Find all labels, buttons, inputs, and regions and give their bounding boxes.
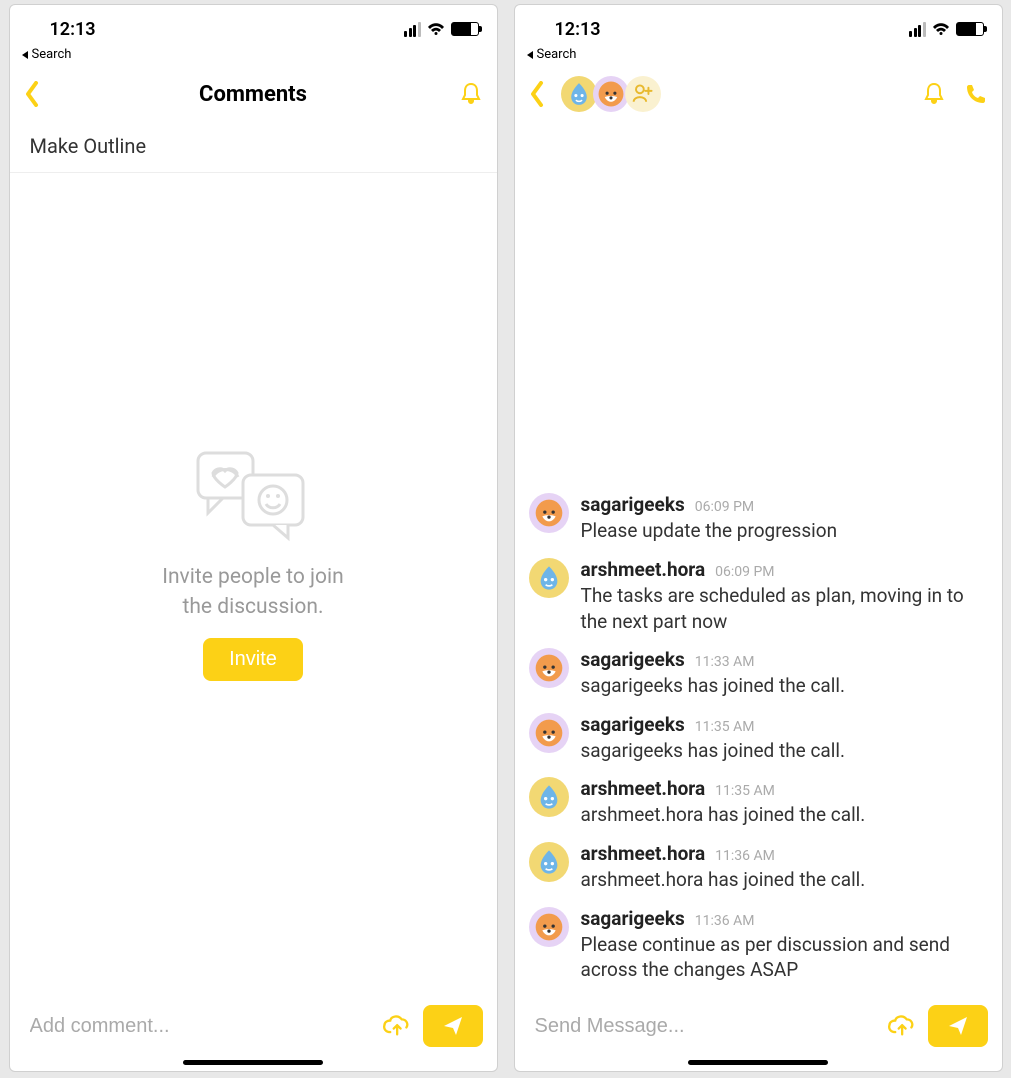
back-triangle-icon <box>20 50 30 60</box>
comment-input[interactable] <box>30 1015 369 1038</box>
status-icons <box>909 22 984 37</box>
message-row: sagarigeeks 11:35 AM sagarigeeks has joine… <box>529 713 988 764</box>
participant-avatars[interactable] <box>565 76 661 112</box>
message-time: 11:35 AM <box>715 783 775 799</box>
message-text: arshmeet.hora has joined the call. <box>581 802 988 828</box>
avatar <box>529 907 569 947</box>
status-time: 12:13 <box>555 19 601 40</box>
chevron-left-icon <box>529 81 545 107</box>
message-user: sagarigeeks <box>581 648 685 671</box>
composer <box>10 991 497 1071</box>
wifi-icon <box>427 22 445 36</box>
message-row: sagarigeeks 06:09 PM Please update the pro… <box>529 493 988 544</box>
wifi-icon <box>932 22 950 36</box>
message-input[interactable] <box>535 1015 874 1038</box>
message-time: 11:36 AM <box>715 848 775 864</box>
bell-icon[interactable] <box>459 82 483 106</box>
page-title: Comments <box>10 82 497 107</box>
message-time: 06:09 PM <box>695 499 754 515</box>
empty-chat-icon <box>193 443 313 547</box>
nav-back-button[interactable] <box>529 81 559 107</box>
battery-icon <box>956 22 984 36</box>
message-text: The tasks are scheduled as plan, moving … <box>581 583 988 634</box>
avatar <box>529 493 569 533</box>
message-user: sagarigeeks <box>581 713 685 736</box>
phone-icon[interactable] <box>964 82 988 106</box>
status-bar: 12:13 <box>515 5 1002 45</box>
back-to-search[interactable]: Search <box>10 45 497 68</box>
empty-line1: Invite people to join <box>162 565 344 589</box>
avatar-fox[interactable] <box>593 76 629 112</box>
message-user: arshmeet.hora <box>581 777 706 800</box>
avatar <box>529 648 569 688</box>
thread-title: Make Outline <box>10 120 497 173</box>
message-row: arshmeet.hora 06:09 PM The tasks are sched… <box>529 558 988 634</box>
avatar <box>529 713 569 753</box>
back-search-label: Search <box>32 47 72 62</box>
bell-icon[interactable] <box>922 82 946 106</box>
battery-icon <box>451 22 479 36</box>
message-time: 11:36 AM <box>695 913 755 929</box>
message-user: sagarigeeks <box>581 907 685 930</box>
send-button[interactable] <box>928 1005 988 1047</box>
status-icons <box>404 22 479 37</box>
back-to-search[interactable]: Search <box>515 45 1002 68</box>
message-row: sagarigeeks 11:33 AM sagarigeeks has joine… <box>529 648 988 699</box>
avatar-add[interactable] <box>625 76 661 112</box>
nav-bar <box>515 68 1002 120</box>
message-time: 11:33 AM <box>695 654 755 670</box>
home-indicator[interactable] <box>688 1060 828 1065</box>
nav-back-button[interactable] <box>24 81 54 107</box>
status-bar: 12:13 <box>10 5 497 45</box>
message-user: sagarigeeks <box>581 493 685 516</box>
message-text: sagarigeeks has joined the call. <box>581 738 988 764</box>
message-time: 11:35 AM <box>695 719 755 735</box>
message-time: 06:09 PM <box>715 564 774 580</box>
signal-icon <box>404 22 421 37</box>
phone-left-comments: 12:13 Search Comments Make Outline Invit… <box>9 4 498 1072</box>
send-button[interactable] <box>423 1005 483 1047</box>
avatar <box>529 777 569 817</box>
avatar <box>529 558 569 598</box>
back-triangle-icon <box>525 50 535 60</box>
signal-icon <box>909 22 926 37</box>
message-row: sagarigeeks 11:36 AM Please continue as pe… <box>529 907 988 983</box>
message-text: sagarigeeks has joined the call. <box>581 673 988 699</box>
composer <box>515 991 1002 1071</box>
nav-bar: Comments <box>10 68 497 120</box>
message-user: arshmeet.hora <box>581 558 706 581</box>
empty-text: Invite people to join the discussion. <box>162 563 344 622</box>
message-row: arshmeet.hora 11:36 AM arshmeet.hora has j… <box>529 842 988 893</box>
avatar <box>529 842 569 882</box>
empty-line2: the discussion. <box>182 595 323 619</box>
message-list: sagarigeeks 06:09 PM Please update the pro… <box>515 120 1002 991</box>
invite-button[interactable]: Invite <box>203 638 303 681</box>
empty-state: Invite people to join the discussion. In… <box>10 173 497 991</box>
back-search-label: Search <box>537 47 577 62</box>
upload-icon[interactable] <box>381 1011 411 1041</box>
message-text: arshmeet.hora has joined the call. <box>581 867 988 893</box>
home-indicator[interactable] <box>183 1060 323 1065</box>
phone-right-chat: 12:13 Search sagarigeeks 06:09 PM Please u… <box>514 4 1003 1072</box>
message-user: arshmeet.hora <box>581 842 706 865</box>
message-row: arshmeet.hora 11:35 AM arshmeet.hora has j… <box>529 777 988 828</box>
chevron-left-icon <box>24 81 40 107</box>
message-text: Please continue as per discussion and se… <box>581 932 988 983</box>
avatar-blue[interactable] <box>561 76 597 112</box>
status-time: 12:13 <box>50 19 96 40</box>
upload-icon[interactable] <box>886 1011 916 1041</box>
message-text: Please update the progression <box>581 518 988 544</box>
